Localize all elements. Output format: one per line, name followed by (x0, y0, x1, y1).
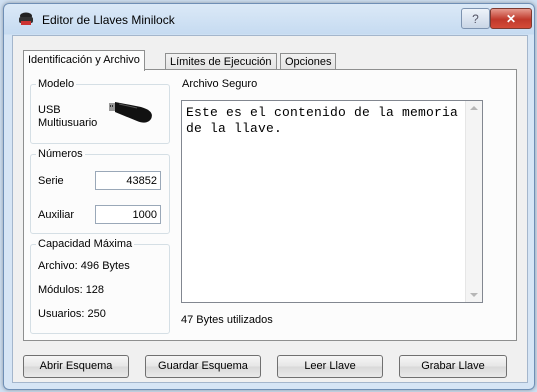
numeros-group-label: Números (36, 148, 85, 160)
tab-identificacion[interactable]: Identificación y Archivo (23, 50, 145, 71)
archivo-seguro-group: Archivo Seguro Este es el contenido de l… (179, 78, 487, 334)
modelo-line2: Multiusuario (38, 117, 98, 129)
grabar-llave-button[interactable]: Grabar Llave (399, 355, 507, 378)
numeros-group: Números Serie 43852 Auxiliar 1000 (30, 148, 170, 234)
auxiliar-input[interactable]: 1000 (95, 205, 161, 224)
close-button[interactable]: ✕ (490, 8, 532, 29)
help-button[interactable]: ? (461, 8, 490, 29)
modelo-line1: USB (38, 104, 61, 116)
window-title: Editor de Llaves Minilock (42, 13, 175, 27)
serie-label: Serie (38, 175, 64, 187)
archivo-seguro-content: Este es el contenido de la memoria de la… (186, 105, 467, 136)
capacidad-group: Capacidad Máxima Archivo: 496 Bytes Módu… (30, 238, 170, 334)
modelo-group: Modelo USB Multiusuario (30, 78, 170, 144)
usb-key-icon (109, 102, 152, 123)
capacidad-modulos: Módulos: 128 (38, 284, 105, 296)
textarea-scrollbar[interactable] (465, 101, 482, 302)
auxiliar-label: Auxiliar (38, 209, 75, 221)
archivo-seguro-label: Archivo Seguro (180, 78, 260, 90)
abrir-esquema-button[interactable]: Abrir Esquema (23, 355, 129, 378)
leer-llave-button[interactable]: Leer Llave (277, 355, 383, 378)
serie-input[interactable]: 43852 (95, 171, 161, 190)
scroll-down-icon[interactable] (470, 293, 478, 297)
tab-limites[interactable]: Límites de Ejecución (165, 53, 277, 70)
scroll-up-icon[interactable] (470, 106, 478, 110)
modelo-group-label: Modelo (36, 78, 77, 90)
app-icon (19, 12, 33, 25)
title-bar[interactable]: Editor de Llaves Minilock ? ✕ (4, 4, 534, 34)
capacidad-usuarios: Usuarios: 250 (38, 308, 106, 320)
dialog-client: Identificación y Archivo Límites de Ejec… (12, 35, 528, 383)
tab-opciones[interactable]: Opciones (280, 53, 337, 70)
guardar-esquema-button[interactable]: Guardar Esquema (145, 355, 261, 378)
tab-panel: Modelo USB Multiusuario Números Serie 43… (23, 69, 517, 341)
bytes-status: 47 Bytes utilizados (181, 314, 273, 326)
capacidad-archivo: Archivo: 496 Bytes (38, 260, 130, 272)
app-window: Editor de Llaves Minilock ? ✕ Identifica… (3, 3, 535, 390)
capacidad-group-label: Capacidad Máxima (36, 238, 135, 250)
archivo-seguro-textarea[interactable]: Este es el contenido de la memoria de la… (181, 100, 483, 303)
